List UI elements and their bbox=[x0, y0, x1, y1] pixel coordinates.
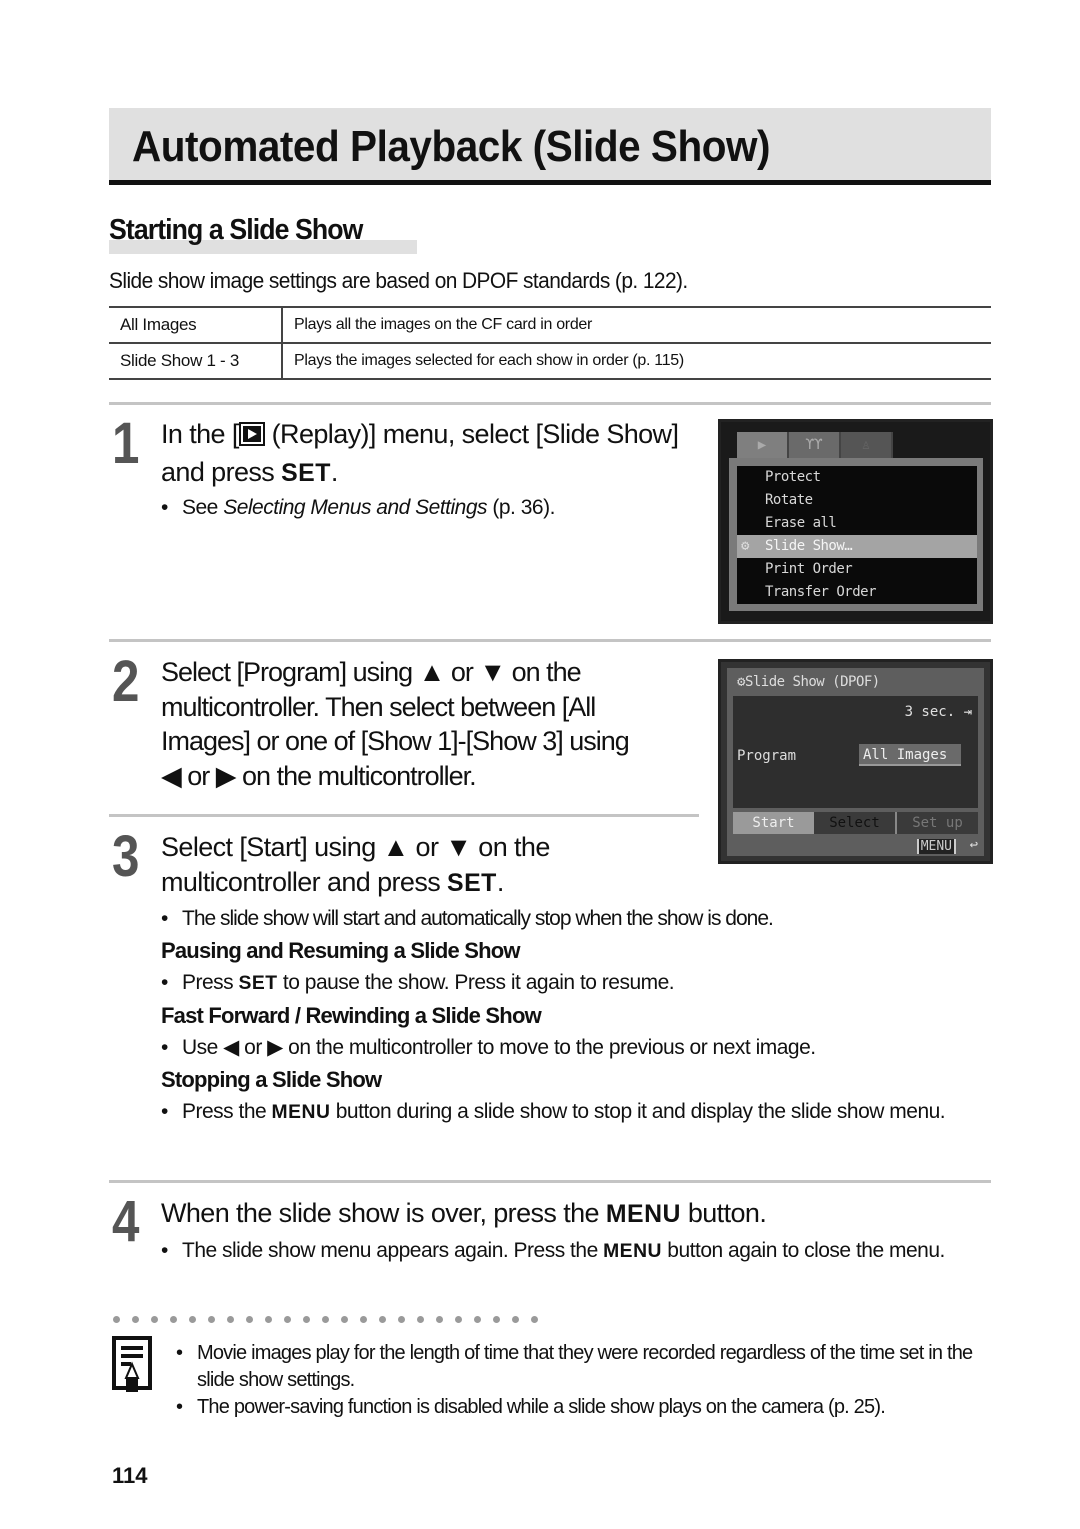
program-value: All Images bbox=[859, 744, 961, 766]
setup-option: Set up bbox=[897, 812, 978, 834]
menu-key: MENU bbox=[603, 1241, 662, 1262]
intro-text: Slide show image settings are based on D… bbox=[109, 268, 688, 293]
page-title-bar: Automated Playback (Slide Show) bbox=[109, 108, 991, 180]
step-number: 3 bbox=[112, 824, 140, 889]
slide-show-body: 3 sec. ⇥ Program All Images bbox=[733, 696, 978, 808]
note-item: Movie images play for the length of time… bbox=[176, 1340, 991, 1394]
section-heading-text: Starting a Slide Show bbox=[109, 214, 363, 246]
step-3-bullet: The slide show will start and automatica… bbox=[161, 903, 991, 935]
setup-tab-icon: ϒϒ bbox=[789, 432, 841, 458]
step-divider bbox=[109, 814, 699, 817]
step-4-bullet: The slide show menu appears again. Press… bbox=[161, 1235, 991, 1268]
section-heading: Starting a Slide Show bbox=[109, 214, 417, 254]
slide-show-buttons: Start Select Set up bbox=[733, 812, 978, 834]
interval-value: 3 sec. ⇥ bbox=[904, 704, 972, 720]
table-row: All Images Plays all the images on the C… bbox=[109, 306, 991, 344]
program-label: Program bbox=[737, 748, 797, 764]
step-divider bbox=[109, 639, 991, 642]
menu-item-transfer-order: Transfer Order bbox=[765, 584, 877, 600]
subsection-heading: Stopping a Slide Show bbox=[161, 1067, 382, 1092]
menu-key: MENU bbox=[605, 1201, 681, 1228]
notes-list: Movie images play for the length of time… bbox=[176, 1340, 991, 1421]
camera-replay-menu-screenshot: ▶ ϒϒ ♙ Protect Rotate Erase all ⚙ Slide S… bbox=[718, 419, 993, 624]
replay-icon bbox=[238, 420, 265, 455]
slide-show-header: ⚙Slide Show (DPOF) bbox=[737, 674, 880, 690]
menu-panel: Protect Rotate Erase all ⚙ Slide Show… Pr… bbox=[729, 458, 983, 611]
menu-item-rotate: Rotate bbox=[765, 492, 813, 508]
program-cell: All Images bbox=[109, 306, 283, 344]
step-divider bbox=[109, 402, 991, 405]
title-rule bbox=[109, 180, 991, 185]
set-key: SET bbox=[447, 869, 497, 897]
gear-icon: ⚙ bbox=[737, 674, 745, 690]
step-number: 1 bbox=[112, 411, 140, 476]
program-table: All Images Plays all the images on the C… bbox=[109, 306, 991, 380]
step-number: 4 bbox=[112, 1189, 140, 1254]
step-3-instruction: Select [Start] using ▲ or ▼ on the multi… bbox=[161, 832, 550, 897]
step-1-bullet: See Selecting Menus and Settings (p. 36)… bbox=[161, 492, 681, 524]
table-row: Slide Show 1 - 3 Plays the images select… bbox=[109, 342, 991, 380]
subsection-bullet: Press the MENU button during a slide sho… bbox=[161, 1096, 991, 1129]
subsection-bullet: Press SET to pause the show. Press it ag… bbox=[161, 967, 991, 1000]
note-icon bbox=[112, 1336, 154, 1399]
menu-item-protect: Protect bbox=[765, 469, 821, 485]
subsection-heading: Pausing and Resuming a Slide Show bbox=[161, 938, 520, 963]
description-cell: Plays all the images on the CF card in o… bbox=[282, 306, 991, 344]
replay-tab-icon: ▶ bbox=[737, 432, 789, 458]
menu-tabs: ▶ ϒϒ ♙ bbox=[737, 432, 893, 458]
my-camera-tab-icon: ♙ bbox=[841, 432, 893, 458]
slide-show-frame: ⚙Slide Show (DPOF) 3 sec. ⇥ Program All … bbox=[727, 668, 984, 856]
menu-list: Protect Rotate Erase all ⚙ Slide Show… Pr… bbox=[737, 466, 977, 604]
step-3-details: The slide show will start and automatica… bbox=[161, 903, 991, 1129]
page-number: 114 bbox=[112, 1463, 148, 1488]
reference-title: Selecting Menus and Settings bbox=[223, 496, 488, 519]
step-4-instruction: When the slide show is over, press the M… bbox=[161, 1198, 767, 1228]
menu-item-print-order: Print Order bbox=[765, 561, 853, 577]
subsection-bullet: Use ◀ or ▶ on the multicontroller to mov… bbox=[161, 1032, 991, 1064]
start-option: Start bbox=[733, 812, 814, 834]
step-2-instruction: Select [Program] using ▲ or ▼ on the mul… bbox=[161, 657, 630, 791]
note-item: The power-saving function is disabled wh… bbox=[176, 1394, 991, 1421]
page-title: Automated Playback (Slide Show) bbox=[132, 122, 771, 171]
subsection-heading: Fast Forward / Rewinding a Slide Show bbox=[161, 1003, 542, 1028]
step-number: 2 bbox=[112, 649, 140, 714]
menu-item-slide-show: ⚙ Slide Show… bbox=[737, 535, 977, 558]
step-1-instruction: In the [ (Replay)] menu, select [Slide S… bbox=[161, 419, 679, 487]
menu-tag: MENU bbox=[916, 839, 956, 854]
menu-item-erase-all: Erase all bbox=[765, 515, 837, 531]
dotted-separator bbox=[113, 1316, 538, 1323]
description-cell: Plays the images selected for each show … bbox=[282, 342, 991, 380]
step-divider bbox=[109, 1180, 991, 1183]
gear-icon: ⚙ bbox=[741, 538, 749, 554]
set-key: SET bbox=[238, 973, 278, 994]
menu-key: MENU bbox=[271, 1102, 331, 1123]
return-icon: ↩ bbox=[969, 837, 978, 853]
set-key: SET bbox=[281, 459, 331, 487]
select-option: Select bbox=[814, 812, 897, 834]
camera-slide-show-screenshot: ⚙Slide Show (DPOF) 3 sec. ⇥ Program All … bbox=[718, 659, 993, 864]
program-cell: Slide Show 1 - 3 bbox=[109, 342, 283, 380]
